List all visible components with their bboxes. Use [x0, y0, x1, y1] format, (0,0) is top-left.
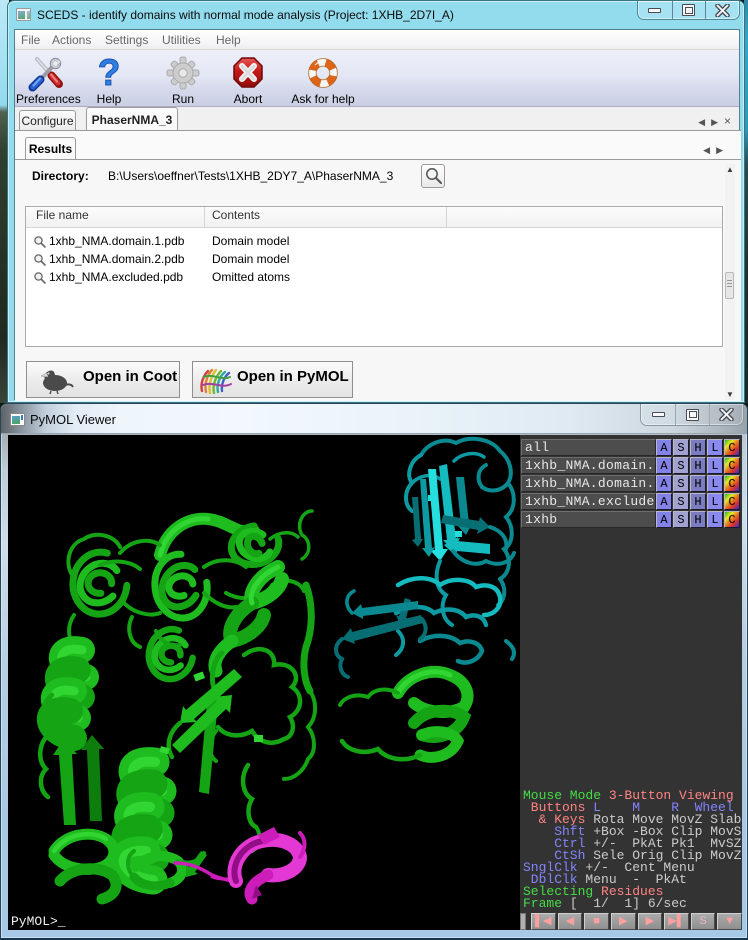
svg-text:?: ? [98, 56, 121, 92]
